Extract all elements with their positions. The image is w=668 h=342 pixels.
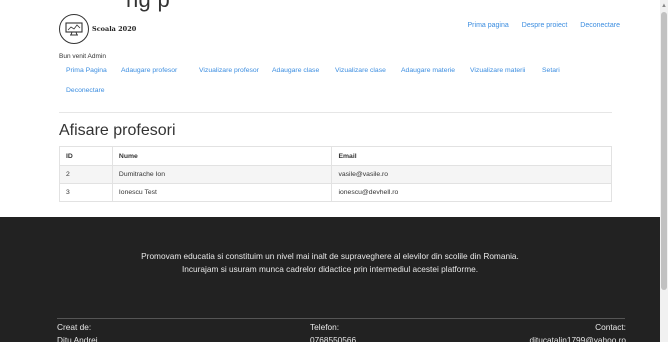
footer-contact: Contact: ditucatalin1799@yahoo.ro (529, 321, 626, 342)
page-heading-cut: ng p (126, 0, 170, 13)
scroll-up-arrow-icon[interactable]: ▲ (660, 2, 668, 10)
footer-line-2: Incurajam si usuram munca cadrelor didac… (181, 264, 479, 274)
menu-item-add-teacher[interactable]: Adaugare profesor (121, 67, 177, 74)
cell-name: Dumitrache Ion (111, 165, 333, 184)
menu-item-view-subjects[interactable]: Vizualizare materii (470, 67, 525, 74)
footer-divider (57, 318, 625, 319)
cell-id: 3 (59, 183, 113, 202)
table-row: 3 Ionescu Test ionescu@devhell.ro (59, 183, 612, 202)
menu-item-view-classes[interactable]: Vizualizare clase (335, 67, 386, 74)
cell-email: ionescu@devhell.ro (331, 183, 612, 202)
column-header-name: Nume (111, 146, 333, 166)
menu-item-home[interactable]: Prima Pagina (66, 67, 107, 74)
menu-item-logout[interactable]: Deconectare (66, 87, 105, 94)
menu-item-add-classes[interactable]: Adaugare clase (272, 67, 319, 74)
logo-text: Scoala 2020 (92, 25, 137, 33)
cell-email: vasile@vasile.ro (331, 165, 612, 184)
menu-item-settings[interactable]: Setari (542, 67, 560, 74)
footer-created: Creat de: Ditu Andrei (57, 321, 98, 342)
scrollbar-thumb[interactable] (661, 12, 667, 290)
page: ng p Scoala 2020 Prima pagina Despre pro… (0, 0, 668, 342)
menu-item-add-subject[interactable]: Adaugare materie (401, 67, 455, 74)
teachers-table: ID Nume Email 2 Dumitrache Ion vasile@va… (59, 146, 612, 202)
divider (59, 112, 612, 113)
column-header-id: ID (59, 146, 113, 166)
footer-created-label: Creat de: (57, 322, 92, 332)
monitor-icon (59, 14, 89, 44)
footer: Promovam educatia si constituim un nivel… (0, 217, 660, 342)
site-logo[interactable]: Scoala 2020 (59, 14, 136, 44)
nav-home-link[interactable]: Prima pagina (468, 22, 509, 29)
footer-created-value: Ditu Andrei (57, 335, 98, 342)
nav-about-link[interactable]: Despre proiect (522, 22, 568, 29)
cell-id: 2 (59, 165, 113, 184)
footer-line-1: Promovam educatia si constituim un nivel… (141, 251, 519, 261)
column-header-email: Email (331, 146, 612, 166)
nav-logout-link[interactable]: Deconectare (580, 22, 620, 29)
footer-mission: Promovam educatia si constituim un nivel… (0, 250, 660, 276)
table-row: 2 Dumitrache Ion vasile@vasile.ro (59, 165, 612, 184)
footer-contact-label: Contact: (595, 322, 626, 332)
welcome-text: Bun venit Admin (59, 53, 106, 60)
vertical-scrollbar[interactable]: ▲ (660, 0, 668, 342)
footer-contact-value[interactable]: ditucatalin1799@yahoo.ro (529, 334, 626, 342)
menu-item-view-teachers[interactable]: Vizualizare profesor (199, 67, 259, 74)
footer-phone: Telefon: 0768550566 (310, 321, 356, 342)
footer-phone-value: 0768550566 (310, 335, 357, 342)
footer-phone-label: Telefon: (310, 322, 340, 332)
table-header-row: ID Nume Email (59, 146, 612, 166)
section-title: Afisare profesori (59, 122, 176, 139)
top-nav: Prima pagina Despre proiect Deconectare (468, 22, 620, 29)
cell-name: Ionescu Test (111, 183, 333, 202)
